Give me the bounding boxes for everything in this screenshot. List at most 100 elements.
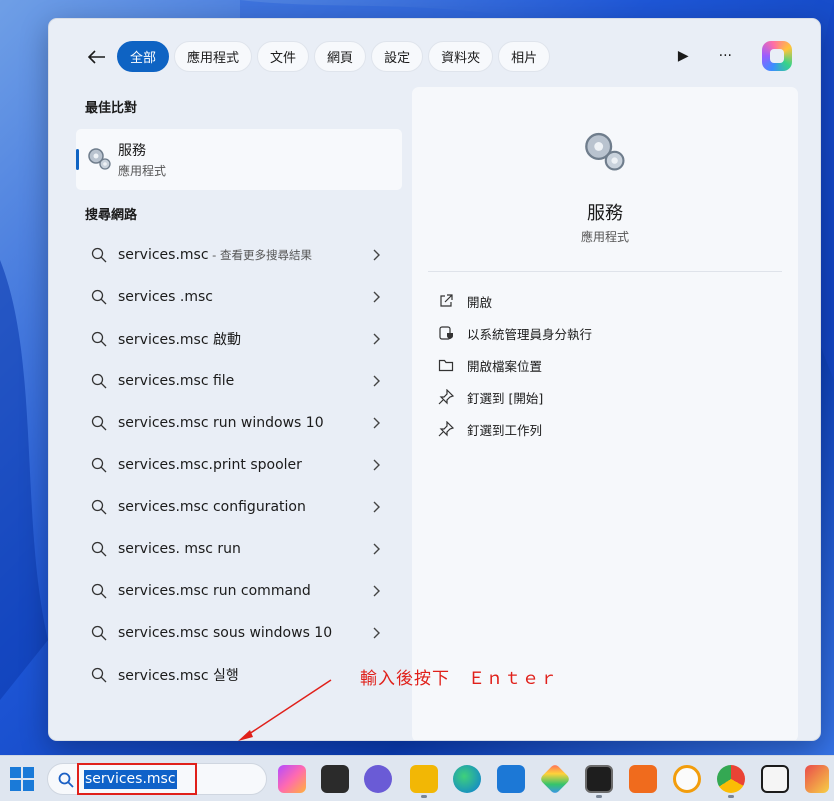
back-arrow-icon — [88, 50, 105, 64]
chevron-right-icon[interactable] — [370, 289, 382, 305]
action-label: 開啟 — [467, 294, 493, 310]
chip-web[interactable]: 網頁 — [314, 41, 367, 72]
selection-indicator — [76, 149, 79, 170]
terminal-icon[interactable] — [585, 765, 613, 793]
openvpn-icon[interactable] — [673, 765, 701, 793]
annotation-text: 輸入後按下 Ｅｎｔｅｒ — [360, 669, 558, 689]
search-icon — [91, 247, 107, 263]
web-result-item[interactable]: services.msc file — [76, 360, 402, 402]
chevron-right-icon[interactable] — [370, 499, 382, 515]
chevron-right-icon[interactable] — [370, 541, 382, 557]
preview-pane: 服務 應用程式 開啟 以系統管理員身分執行 開啟檔案位置 釘選到 [開始] 釘選… — [412, 87, 798, 740]
web-result-item[interactable]: services.msc sous windows 10 — [76, 612, 402, 654]
action-open-file-location[interactable]: 開啟檔案位置 — [438, 349, 592, 381]
web-result-item[interactable]: services.msc configuration — [76, 486, 402, 528]
task-view-icon[interactable] — [321, 765, 349, 793]
running-indicator — [728, 795, 734, 798]
web-result-item[interactable]: services.msc 실행 — [76, 654, 402, 696]
app-icon[interactable] — [761, 765, 789, 793]
web-result-text: services.msc sous windows 10 — [118, 625, 332, 641]
web-result-text: services.msc 啟動 — [118, 329, 241, 349]
search-icon — [91, 289, 107, 305]
search-icon — [91, 373, 107, 389]
result-query: services.msc sous windows 10 — [118, 625, 333, 641]
web-result-item[interactable]: services. msc run — [76, 528, 402, 570]
action-run-as-admin[interactable]: 以系統管理員身分執行 — [438, 317, 592, 349]
chip-all[interactable]: 全部 — [117, 41, 170, 72]
chip-documents[interactable]: 文件 — [257, 41, 310, 72]
folder-icon — [438, 359, 454, 372]
copilot-icon[interactable] — [762, 41, 792, 71]
search-icon — [91, 541, 107, 557]
web-result-text: services .msc — [118, 289, 213, 305]
chrome-icon[interactable] — [717, 765, 745, 793]
search-icon — [91, 499, 107, 515]
action-open[interactable]: 開啟 — [438, 285, 592, 317]
best-match-item[interactable]: 服務 應用程式 — [76, 129, 402, 190]
action-pin-to-taskbar[interactable]: 釘選到工作列 — [438, 413, 592, 445]
chip-folders[interactable]: 資料夾 — [428, 41, 494, 72]
windows-start-icon[interactable] — [10, 767, 34, 791]
result-query: services.msc — [118, 247, 209, 263]
web-result-item[interactable]: services.msc.print spooler — [76, 444, 402, 486]
web-result-item[interactable]: services.msc run windows 10 — [76, 402, 402, 444]
best-match-name: 服務 — [118, 143, 146, 159]
chip-photos[interactable]: 相片 — [498, 41, 551, 72]
open-external-icon — [440, 294, 453, 307]
chevron-right-icon[interactable] — [370, 415, 382, 431]
running-indicator — [596, 795, 602, 798]
more-options-button[interactable]: ··· — [719, 48, 732, 64]
result-hint: - 查看更多搜尋結果 — [208, 248, 312, 262]
result-query: services.msc 실행 — [118, 668, 239, 684]
search-query-text: services.msc — [84, 770, 177, 789]
chevron-right-icon[interactable] — [370, 583, 382, 599]
top-right-controls: ▶ ··· — [678, 39, 792, 73]
play-icon[interactable]: ▶ — [678, 48, 689, 64]
search-icon — [91, 583, 107, 599]
pin-icon — [438, 421, 454, 437]
chevron-right-icon[interactable] — [370, 625, 382, 641]
snip-tool-icon[interactable] — [539, 763, 571, 795]
web-result-text: services.msc configuration — [118, 499, 306, 515]
taskbar-search-box[interactable]: services.msc — [47, 763, 267, 795]
action-list: 開啟 以系統管理員身分執行 開啟檔案位置 釘選到 [開始] 釘選到工作列 — [438, 285, 592, 445]
copilot-pre-icon[interactable] — [278, 765, 306, 793]
chip-apps[interactable]: 應用程式 — [174, 41, 253, 72]
action-label: 開啟檔案位置 — [467, 358, 543, 374]
search-icon — [91, 457, 107, 473]
divider — [428, 271, 782, 272]
xampp-icon[interactable] — [629, 765, 657, 793]
action-label: 以系統管理員身分執行 — [467, 326, 593, 342]
action-label: 釘選到 [開始] — [467, 390, 544, 406]
web-result-text: services.msc run windows 10 — [118, 415, 324, 431]
result-query: services.msc configuration — [118, 499, 306, 515]
chevron-right-icon[interactable] — [370, 331, 382, 347]
search-icon — [91, 415, 107, 431]
app-icon[interactable] — [805, 765, 829, 793]
web-result-item[interactable]: services .msc — [76, 276, 402, 318]
web-result-item[interactable]: services.msc - 查看更多搜尋結果 — [76, 234, 402, 276]
filter-chips: 全部 應用程式 文件 網頁 設定 資料夾 相片 — [117, 41, 551, 72]
search-icon — [91, 625, 107, 641]
web-result-text: services. msc run — [118, 541, 241, 557]
web-results-list: services.msc - 查看更多搜尋結果 services .msc serv… — [76, 234, 402, 696]
back-button[interactable] — [83, 43, 111, 71]
web-search-heading: 搜尋網路 — [85, 208, 138, 223]
result-query: services.msc run windows 10 — [118, 415, 324, 431]
file-explorer-icon[interactable] — [410, 765, 438, 793]
best-match-type: 應用程式 — [118, 164, 167, 178]
web-result-item[interactable]: services.msc 啟動 — [76, 318, 402, 360]
chevron-right-icon[interactable] — [370, 373, 382, 389]
web-result-item[interactable]: services.msc run command — [76, 570, 402, 612]
edge-icon[interactable] — [453, 765, 481, 793]
preview-title: 服務 — [587, 203, 623, 224]
action-pin-to-start[interactable]: 釘選到 [開始] — [438, 381, 592, 413]
meet-icon[interactable] — [364, 765, 392, 793]
store-icon[interactable] — [497, 765, 525, 793]
result-query: services. msc run — [118, 541, 241, 557]
chevron-right-icon[interactable] — [370, 247, 382, 263]
preview-subtitle: 應用程式 — [580, 230, 629, 244]
filter-bar: 全部 應用程式 文件 網頁 設定 資料夾 相片 ▶ ··· — [49, 39, 820, 73]
chevron-right-icon[interactable] — [370, 457, 382, 473]
chip-settings[interactable]: 設定 — [371, 41, 424, 72]
